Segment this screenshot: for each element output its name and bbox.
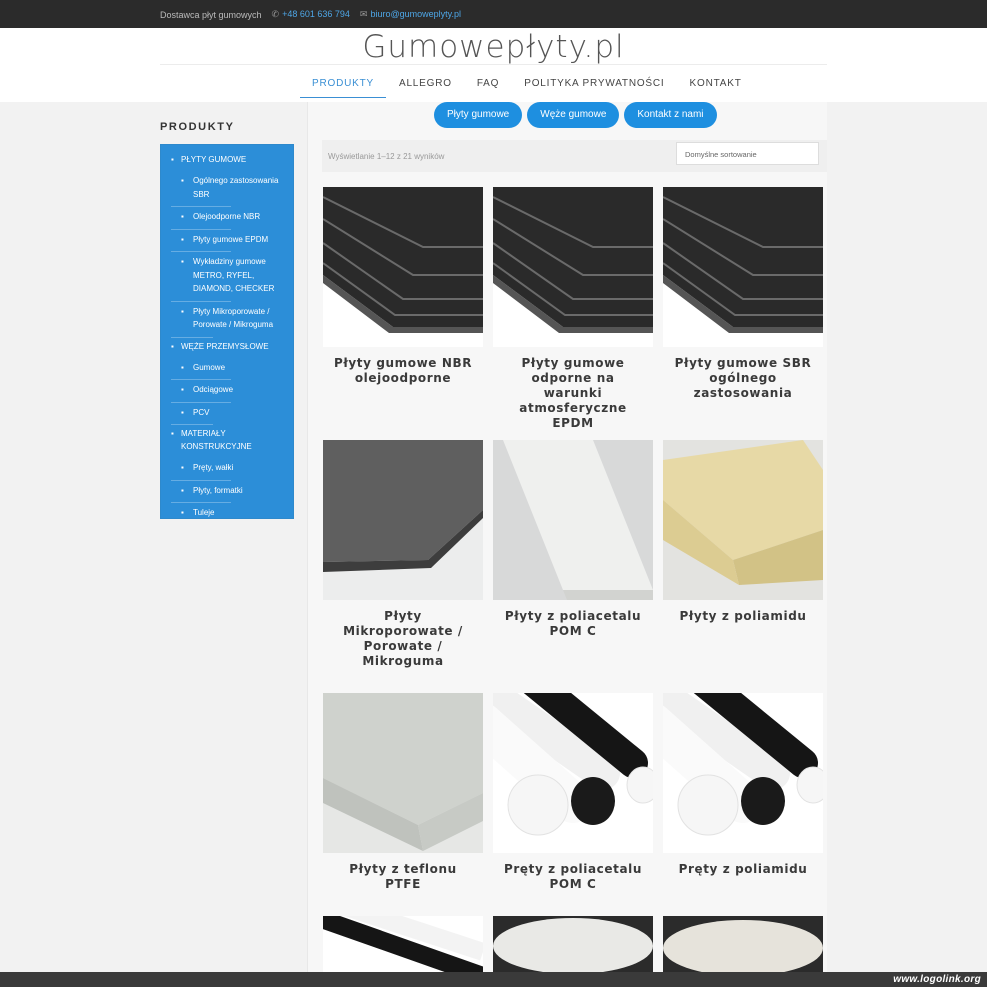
quick-links: Płyty gumowe Węże gumowe Kontakt z nami [434, 102, 717, 128]
nav-item-allegro[interactable]: ALLEGRO [387, 72, 464, 98]
product-card[interactable]: Płyty Mikroporowate / Porowate / Mikrogu… [323, 440, 483, 669]
sidebar-title: PRODUKTY [160, 121, 235, 133]
watermark: www.logolink.org [893, 974, 981, 985]
product-image[interactable] [493, 693, 653, 853]
product-image[interactable] [493, 916, 653, 972]
category-sidebar: PŁYTY GUMOWE Ogólnego zastosowania SBR O… [160, 144, 294, 519]
product-title[interactable]: Pręty z poliacetalu POM C [493, 862, 653, 892]
product-title[interactable]: Płyty gumowe NBR olejoodporne [323, 356, 483, 386]
tagline: Dostawca płyt gumowych [160, 9, 262, 20]
sidebar-item[interactable]: Płyty, formatki [161, 481, 293, 503]
product-title[interactable]: Płyty z poliacetalu POM C [493, 609, 653, 639]
email-link[interactable]: biuro@gumoweplyty.pl [370, 9, 461, 19]
sidebar-item[interactable]: PCV [161, 403, 293, 425]
sidebar-item[interactable]: Ogólnego zastosowania SBR [161, 171, 293, 206]
product-title[interactable]: Płyty Mikroporowate / Porowate / Mikrogu… [323, 609, 483, 669]
site-header: Gumowepłyty.pl PRODUKTY ALLEGRO FAQ POLI… [0, 28, 987, 102]
footer-bar: www.logolink.org [0, 972, 987, 987]
product-card[interactable]: Płyty z poliacetalu POM C [493, 440, 653, 639]
plyty-gumowe-button[interactable]: Płyty gumowe [434, 102, 523, 128]
product-image[interactable] [663, 693, 823, 853]
sidebar-category-weze-przemyslowe[interactable]: WĘŻE PRZEMYSŁOWE [161, 338, 293, 358]
contact-button[interactable]: Kontakt z nami [624, 102, 717, 128]
envelope-icon: ✉ [359, 9, 368, 19]
product-card[interactable]: Płyty gumowe SBR ogólnego zastosowania [663, 187, 823, 401]
sidebar-item[interactable]: Płyty Mikroporowate / Porowate / Mikrogu… [161, 302, 293, 337]
product-card[interactable]: Płyty z poliamidu [663, 440, 823, 624]
product-title[interactable]: Płyty z poliamidu [663, 609, 823, 624]
product-card[interactable]: Płyty gumowe odporne na warunki atmosfer… [493, 187, 653, 431]
product-card[interactable] [323, 916, 483, 972]
product-image[interactable] [493, 440, 653, 600]
nav-item-produkty[interactable]: PRODUKTY [300, 72, 386, 98]
sidebar-item[interactable]: Płyty gumowe EPDM [161, 230, 293, 252]
product-image[interactable] [323, 187, 483, 347]
nav-item-kontakt[interactable]: KONTAKT [678, 72, 754, 98]
sidebar-item[interactable]: Gumowe [161, 358, 293, 380]
product-card[interactable]: Pręty z poliacetalu POM C [493, 693, 653, 892]
main-nav: PRODUKTY ALLEGRO FAQ POLITYKA PRYWATNOŚC… [300, 72, 755, 98]
sort-select[interactable]: Domyślne sortowanie [676, 142, 819, 165]
result-count: Wyświetlanie 1–12 z 21 wyników [328, 152, 445, 161]
product-card[interactable] [493, 916, 653, 972]
product-image[interactable] [493, 187, 653, 347]
product-card[interactable]: Płyty gumowe NBR olejoodporne [323, 187, 483, 386]
product-image[interactable] [323, 916, 483, 972]
nav-item-faq[interactable]: FAQ [465, 72, 511, 98]
sidebar-item[interactable]: Pręty, wałki [161, 458, 293, 480]
product-image[interactable] [323, 440, 483, 600]
product-card[interactable] [663, 916, 823, 972]
product-card[interactable]: Pręty z poliamidu [663, 693, 823, 877]
product-title[interactable]: Pręty z poliamidu [663, 862, 823, 877]
phone-link[interactable]: +48 601 636 794 [282, 9, 350, 19]
weze-gumowe-button[interactable]: Węże gumowe [527, 102, 620, 128]
product-image[interactable] [323, 693, 483, 853]
product-image[interactable] [663, 916, 823, 972]
product-image[interactable] [663, 440, 823, 600]
sidebar-category-materialy-konstrukcyjne[interactable]: MATERIAŁY KONSTRUKCYJNE [161, 425, 293, 458]
sidebar-item[interactable]: Wykładziny gumowe METRO, RYFEL, DIAMOND,… [161, 252, 293, 301]
product-card[interactable]: Płyty z teflonu PTFE [323, 693, 483, 892]
site-logo[interactable]: Gumowepłyty.pl [0, 29, 987, 65]
sidebar-item[interactable]: Tuleje [161, 503, 293, 525]
sidebar-category-plyty-gumowe[interactable]: PŁYTY GUMOWE [161, 151, 293, 171]
sidebar-item[interactable]: Olejoodporne NBR [161, 207, 293, 229]
header-divider [160, 64, 827, 65]
product-title[interactable]: Płyty gumowe odporne na warunki atmosfer… [493, 356, 653, 431]
phone-icon: ✆ [271, 9, 280, 19]
product-image[interactable] [663, 187, 823, 347]
top-bar: Dostawca płyt gumowych ✆ +48 601 636 794 … [0, 0, 987, 28]
sidebar-item[interactable]: Odciągowe [161, 380, 293, 402]
product-title[interactable]: Płyty z teflonu PTFE [323, 862, 483, 892]
product-title[interactable]: Płyty gumowe SBR ogólnego zastosowania [663, 356, 823, 401]
nav-item-privacy-policy[interactable]: POLITYKA PRYWATNOŚCI [512, 72, 676, 98]
